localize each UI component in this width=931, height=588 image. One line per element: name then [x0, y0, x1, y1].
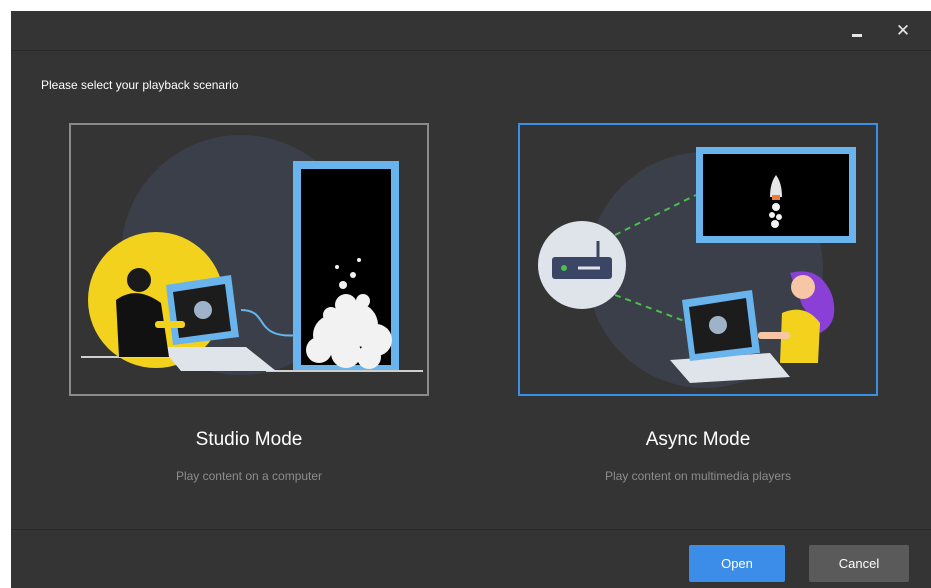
async-mode-title: Async Mode	[645, 429, 751, 450]
minimize-icon	[852, 33, 862, 37]
minimize-button[interactable]	[845, 19, 869, 43]
open-button[interactable]: Open	[689, 545, 785, 582]
scenario-prompt: Please select your playback scenario	[41, 78, 239, 92]
close-button[interactable]: ✕	[891, 19, 915, 43]
async-mode-description: Play content on multimedia players	[604, 469, 792, 483]
studio-mode-title: Studio Mode	[195, 429, 303, 450]
async-mode-illustration	[538, 147, 856, 388]
close-icon: ✕	[895, 20, 911, 41]
playback-scenario-dialog: ✕ Please select your playback scenario S…	[11, 11, 931, 588]
async-mode-card[interactable]	[518, 123, 878, 396]
studio-mode-card[interactable]	[69, 123, 429, 396]
studio-mode-description: Play content on a computer	[175, 469, 323, 483]
cancel-button[interactable]: Cancel	[809, 545, 909, 582]
title-bar: ✕	[11, 11, 931, 51]
dialog-footer: Open Cancel	[11, 529, 931, 588]
studio-mode-illustration	[81, 135, 423, 375]
